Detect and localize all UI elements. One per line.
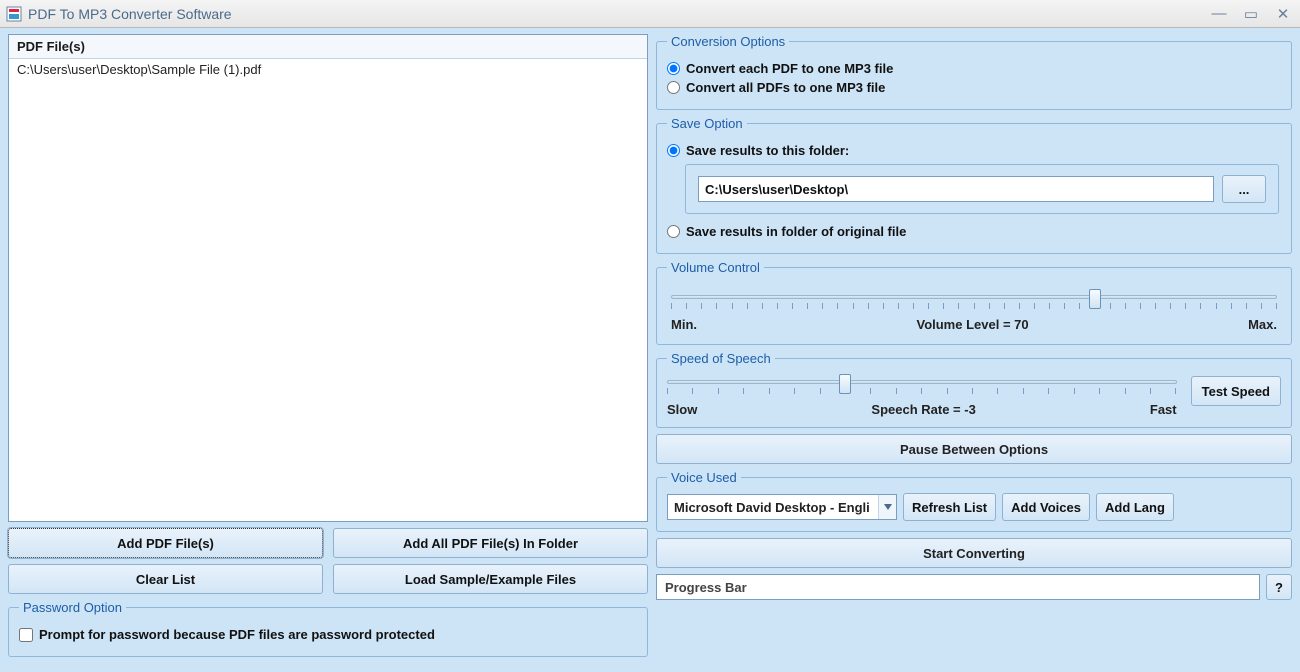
voice-combobox[interactable]: Microsoft David Desktop - Engli bbox=[667, 494, 897, 520]
save-original-folder-radio[interactable] bbox=[667, 225, 680, 238]
progress-bar: Progress Bar bbox=[656, 574, 1260, 600]
password-option-group: Password Option Prompt for password beca… bbox=[8, 600, 648, 657]
refresh-list-button[interactable]: Refresh List bbox=[903, 493, 996, 521]
close-button[interactable]: ✕ bbox=[1272, 5, 1294, 23]
minimize-button[interactable]: — bbox=[1208, 5, 1230, 23]
folder-path-input[interactable] bbox=[698, 176, 1214, 202]
convert-all-label: Convert all PDFs to one MP3 file bbox=[686, 80, 885, 95]
browse-folder-button[interactable]: ... bbox=[1222, 175, 1266, 203]
speed-slider-thumb[interactable] bbox=[839, 374, 851, 394]
voice-selected-text: Microsoft David Desktop - Engli bbox=[668, 500, 878, 515]
list-item[interactable]: C:\Users\user\Desktop\Sample File (1).pd… bbox=[9, 59, 647, 80]
password-prompt-label: Prompt for password because PDF files ar… bbox=[39, 627, 435, 642]
speed-slider[interactable] bbox=[667, 374, 1177, 400]
conversion-options-group: Conversion Options Convert each PDF to o… bbox=[656, 34, 1292, 110]
convert-each-radio-row[interactable]: Convert each PDF to one MP3 file bbox=[667, 61, 1281, 76]
conversion-options-legend: Conversion Options bbox=[667, 34, 789, 49]
save-to-folder-radio-row[interactable]: Save results to this folder: bbox=[667, 143, 1281, 158]
volume-control-group: Volume Control Min. Volume Level = 70 Ma… bbox=[656, 260, 1292, 345]
chevron-down-icon[interactable] bbox=[878, 495, 896, 519]
volume-slider[interactable] bbox=[671, 289, 1277, 315]
folder-path-block: ... bbox=[685, 164, 1279, 214]
volume-control-legend: Volume Control bbox=[667, 260, 764, 275]
load-sample-button[interactable]: Load Sample/Example Files bbox=[333, 564, 648, 594]
add-lang-button[interactable]: Add Lang bbox=[1096, 493, 1174, 521]
speed-slow-label: Slow bbox=[667, 402, 697, 417]
convert-each-radio[interactable] bbox=[667, 62, 680, 75]
pdf-file-list[interactable]: PDF File(s) C:\Users\user\Desktop\Sample… bbox=[8, 34, 648, 522]
convert-all-radio[interactable] bbox=[667, 81, 680, 94]
password-prompt-checkbox[interactable] bbox=[19, 628, 33, 642]
start-converting-button[interactable]: Start Converting bbox=[656, 538, 1292, 568]
clear-list-button[interactable]: Clear List bbox=[8, 564, 323, 594]
app-icon bbox=[6, 6, 22, 22]
help-button[interactable]: ? bbox=[1266, 574, 1292, 600]
volume-max-label: Max. bbox=[1248, 317, 1277, 332]
volume-slider-thumb[interactable] bbox=[1089, 289, 1101, 309]
add-pdf-folder-button[interactable]: Add All PDF File(s) In Folder bbox=[333, 528, 648, 558]
password-prompt-checkbox-row[interactable]: Prompt for password because PDF files ar… bbox=[19, 627, 637, 642]
save-to-folder-label: Save results to this folder: bbox=[686, 143, 849, 158]
speed-fast-label: Fast bbox=[1150, 402, 1177, 417]
pause-between-options-button[interactable]: Pause Between Options bbox=[656, 434, 1292, 464]
save-original-folder-radio-row[interactable]: Save results in folder of original file bbox=[667, 224, 1281, 239]
test-speed-button[interactable]: Test Speed bbox=[1191, 376, 1281, 406]
maximize-button[interactable]: ▭ bbox=[1240, 5, 1262, 23]
add-pdf-files-button[interactable]: Add PDF File(s) bbox=[8, 528, 323, 558]
save-option-group: Save Option Save results to this folder:… bbox=[656, 116, 1292, 254]
volume-level-label: Volume Level = 70 bbox=[916, 317, 1028, 332]
password-option-legend: Password Option bbox=[19, 600, 126, 615]
list-header: PDF File(s) bbox=[9, 35, 647, 59]
convert-all-radio-row[interactable]: Convert all PDFs to one MP3 file bbox=[667, 80, 1281, 95]
volume-min-label: Min. bbox=[671, 317, 697, 332]
title-bar: PDF To MP3 Converter Software — ▭ ✕ bbox=[0, 0, 1300, 28]
convert-each-label: Convert each PDF to one MP3 file bbox=[686, 61, 893, 76]
speed-rate-label: Speech Rate = -3 bbox=[871, 402, 975, 417]
voice-used-group: Voice Used Microsoft David Desktop - Eng… bbox=[656, 470, 1292, 532]
save-option-legend: Save Option bbox=[667, 116, 747, 131]
speed-group: Speed of Speech Slow Speech Rate = -3 Fa… bbox=[656, 351, 1292, 428]
window-title: PDF To MP3 Converter Software bbox=[28, 6, 1208, 22]
save-original-folder-label: Save results in folder of original file bbox=[686, 224, 906, 239]
save-to-folder-radio[interactable] bbox=[667, 144, 680, 157]
add-voices-button[interactable]: Add Voices bbox=[1002, 493, 1090, 521]
window-controls: — ▭ ✕ bbox=[1208, 5, 1294, 23]
speed-legend: Speed of Speech bbox=[667, 351, 775, 366]
voice-used-legend: Voice Used bbox=[667, 470, 741, 485]
